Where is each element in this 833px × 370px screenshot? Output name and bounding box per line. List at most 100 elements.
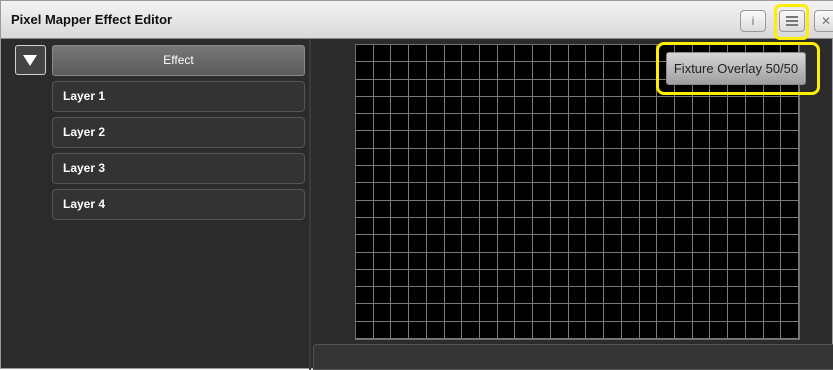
pixel-cell[interactable] (639, 287, 658, 305)
pixel-cell[interactable] (515, 269, 534, 288)
pixel-cell[interactable] (728, 166, 746, 184)
pixel-cell[interactable] (710, 235, 729, 253)
pixel-cell[interactable] (426, 79, 445, 97)
pixel-cell[interactable] (781, 235, 799, 253)
pixel-cell[interactable] (533, 114, 551, 132)
pixel-cell[interactable] (568, 304, 587, 322)
pixel-cell[interactable] (550, 252, 569, 270)
pixel-cell[interactable] (781, 114, 799, 132)
pixel-cell[interactable] (444, 114, 463, 132)
pixel-cell[interactable] (745, 131, 764, 149)
pixel-cell[interactable] (550, 217, 569, 236)
pixel-cell[interactable] (604, 304, 622, 322)
pixel-cell[interactable] (409, 166, 427, 184)
pixel-cell[interactable] (409, 200, 427, 218)
pixel-cell[interactable] (497, 96, 516, 115)
pixel-cell[interactable] (657, 287, 675, 305)
pixel-cell[interactable] (692, 114, 711, 132)
pixel-cell[interactable] (604, 62, 622, 80)
pixel-cell[interactable] (692, 96, 711, 115)
pixel-cell[interactable] (356, 166, 374, 184)
pixel-cell[interactable] (763, 114, 782, 132)
pixel-cell[interactable] (781, 183, 799, 201)
pixel-cell[interactable] (710, 183, 729, 201)
pixel-cell[interactable] (497, 287, 516, 305)
pixel-cell[interactable] (568, 114, 587, 132)
pixel-cell[interactable] (621, 148, 640, 167)
pixel-cell[interactable] (745, 321, 764, 339)
pixel-cell[interactable] (462, 252, 481, 270)
pixel-cell[interactable] (621, 321, 640, 339)
pixel-cell[interactable] (444, 200, 463, 218)
pixel-cell[interactable] (480, 200, 498, 218)
pixel-cell[interactable] (621, 252, 640, 270)
pixel-cell[interactable] (745, 183, 764, 201)
pixel-cell[interactable] (373, 252, 392, 270)
pixel-cell[interactable] (462, 114, 481, 132)
pixel-cell[interactable] (480, 79, 498, 97)
pixel-cell[interactable] (462, 62, 481, 80)
pixel-cell[interactable] (781, 252, 799, 270)
pixel-cell[interactable] (444, 269, 463, 288)
pixel-cell[interactable] (391, 96, 410, 115)
pixel-cell[interactable] (604, 321, 622, 339)
pixel-cell[interactable] (657, 321, 675, 339)
pixel-cell[interactable] (480, 252, 498, 270)
pixel-cell[interactable] (639, 96, 658, 115)
pixel-cell[interactable] (710, 321, 729, 339)
pixel-cell[interactable] (480, 45, 498, 63)
pixel-cell[interactable] (356, 114, 374, 132)
pixel-cell[interactable] (515, 79, 534, 97)
pixel-cell[interactable] (568, 148, 587, 167)
pixel-cell[interactable] (604, 183, 622, 201)
pixel-cell[interactable] (586, 287, 605, 305)
pixel-cell[interactable] (480, 96, 498, 115)
pixel-cell[interactable] (356, 200, 374, 218)
pixel-cell[interactable] (356, 96, 374, 115)
pixel-cell[interactable] (692, 166, 711, 184)
pixel-cell[interactable] (426, 96, 445, 115)
pixel-cell[interactable] (391, 62, 410, 80)
pixel-cell[interactable] (710, 131, 729, 149)
pixel-cell[interactable] (533, 131, 551, 149)
pixel-cell[interactable] (462, 131, 481, 149)
pixel-cell[interactable] (586, 148, 605, 167)
pixel-cell[interactable] (781, 96, 799, 115)
pixel-cell[interactable] (639, 166, 658, 184)
pixel-cell[interactable] (745, 287, 764, 305)
pixel-cell[interactable] (444, 62, 463, 80)
pixel-cell[interactable] (763, 183, 782, 201)
pixel-cell[interactable] (444, 166, 463, 184)
pixel-cell[interactable] (356, 45, 374, 63)
pixel-cell[interactable] (550, 62, 569, 80)
pixel-cell[interactable] (674, 166, 693, 184)
pixel-cell[interactable] (480, 217, 498, 236)
pixel-cell[interactable] (426, 114, 445, 132)
pixel-cell[interactable] (497, 321, 516, 339)
pixel-cell[interactable] (763, 148, 782, 167)
pixel-cell[interactable] (391, 287, 410, 305)
pixel-cell[interactable] (462, 96, 481, 115)
pixel-cell[interactable] (604, 79, 622, 97)
pixel-cell[interactable] (763, 287, 782, 305)
pixel-cell[interactable] (781, 200, 799, 218)
pixel-cell[interactable] (692, 321, 711, 339)
pixel-cell[interactable] (604, 131, 622, 149)
pixel-cell[interactable] (710, 217, 729, 236)
pixel-cell[interactable] (409, 217, 427, 236)
pixel-cell[interactable] (639, 114, 658, 132)
pixel-cell[interactable] (621, 287, 640, 305)
pixel-cell[interactable] (657, 304, 675, 322)
pixel-cell[interactable] (745, 200, 764, 218)
pixel-cell[interactable] (657, 235, 675, 253)
pixel-cell[interactable] (763, 252, 782, 270)
pixel-cell[interactable] (550, 96, 569, 115)
pixel-cell[interactable] (639, 235, 658, 253)
pixel-cell[interactable] (692, 217, 711, 236)
pixel-cell[interactable] (426, 183, 445, 201)
pixel-cell[interactable] (356, 183, 374, 201)
pixel-cell[interactable] (533, 269, 551, 288)
pixel-cell[interactable] (356, 79, 374, 97)
pixel-cell[interactable] (533, 304, 551, 322)
pixel-cell[interactable] (568, 252, 587, 270)
